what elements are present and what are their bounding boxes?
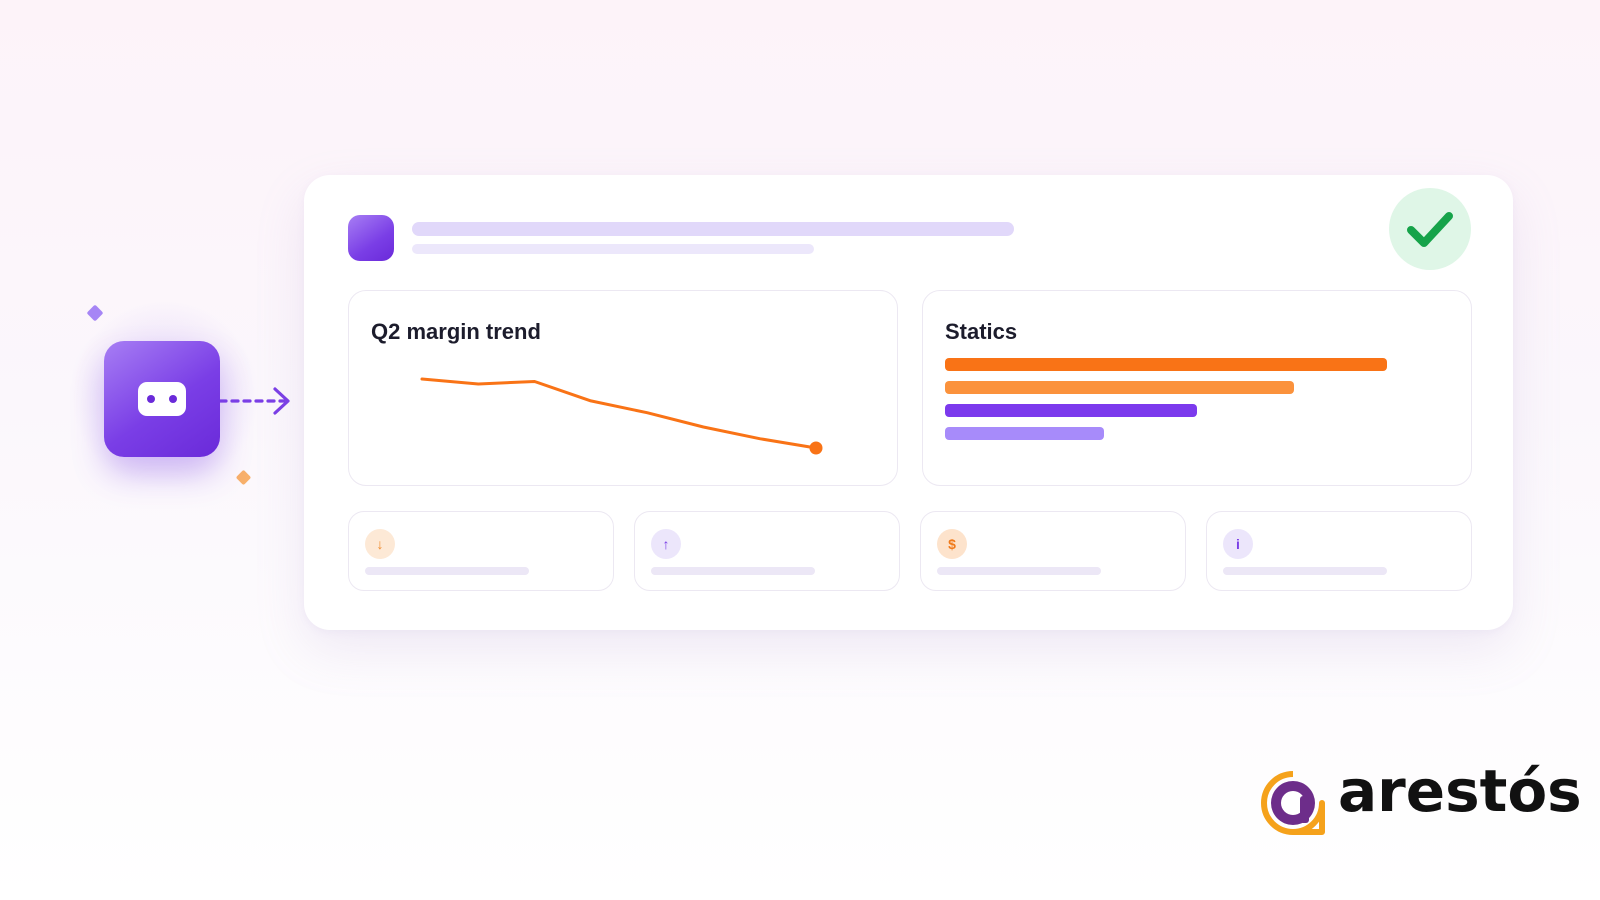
arestos-logo-icon — [1261, 771, 1325, 835]
mini-card: ↑ — [634, 511, 900, 591]
stat-bar — [945, 404, 1197, 417]
text-placeholder — [365, 567, 529, 575]
trend-endpoint — [809, 441, 823, 455]
success-badge — [1389, 188, 1471, 270]
subtitle-placeholder — [412, 244, 814, 254]
stats-panel: Statics — [922, 290, 1472, 486]
robot-icon — [104, 341, 220, 457]
mini-card: $ — [920, 511, 1186, 591]
text-placeholder — [651, 567, 815, 575]
trend-panel: Q2 margin trend — [348, 290, 898, 486]
down-arrow-icon: ↓ — [365, 529, 395, 559]
panel-title: Statics — [945, 319, 1018, 344]
dollar-icon: $ — [937, 529, 967, 559]
robot-eye — [147, 395, 155, 403]
stat-bar — [945, 427, 1105, 440]
sparkle-icon — [235, 469, 252, 486]
robot-face — [138, 382, 186, 416]
text-placeholder — [937, 567, 1101, 575]
trend-line — [420, 377, 818, 450]
mini-card: ↓ — [348, 511, 614, 591]
sparkle-icon — [86, 304, 104, 322]
stat-bar — [945, 381, 1295, 394]
robot-eye — [169, 395, 177, 403]
app-logo-icon — [348, 215, 394, 261]
dotted-arrow-icon — [220, 387, 290, 415]
mini-card: i — [1206, 511, 1472, 591]
title-placeholder — [412, 222, 1014, 236]
info-icon: i — [1223, 529, 1253, 559]
brand-name: arestós — [1338, 757, 1582, 825]
stat-bar — [945, 358, 1387, 371]
text-placeholder — [1223, 567, 1387, 575]
line-chart — [420, 377, 823, 455]
checkmark-icon — [1407, 212, 1453, 247]
dashboard-card: Q2 margin trend Statics ↓ ↑ $ i — [304, 175, 1513, 630]
up-arrow-icon: ↑ — [651, 529, 681, 559]
